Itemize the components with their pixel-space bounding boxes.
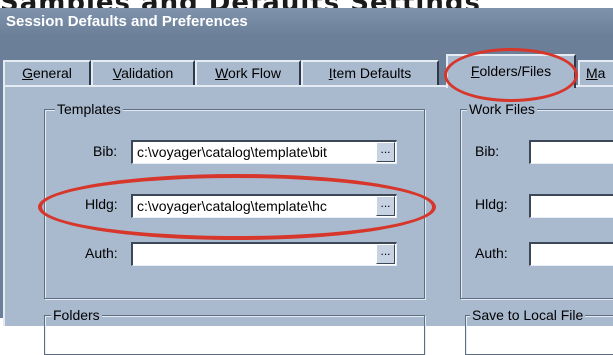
tab-validation-label: alidation [121, 65, 174, 81]
session-defaults-window: Session Defaults and Preferences General… [0, 8, 613, 355]
tab-more-mnemonic: M [586, 65, 598, 81]
tab-work-flow-label: ork Flow [228, 65, 281, 81]
tab-work-flow-mnemonic: W [215, 65, 229, 81]
work-files-legend: Work Files [467, 101, 537, 117]
tab-general[interactable]: General [3, 60, 91, 86]
tab-item-defaults-label: tem Defaults [332, 65, 412, 81]
work-files-bib-label: Bib: [475, 143, 500, 159]
work-files-auth-label: Auth: [475, 245, 508, 261]
tab-validation-mnemonic: V [112, 65, 122, 81]
tab-item-defaults[interactable]: Item Defaults [301, 60, 439, 86]
save-local-group: Save to Local File [465, 307, 613, 355]
templates-legend: Templates [55, 101, 123, 117]
highlight-circle-tab [444, 48, 578, 102]
templates-auth-browse-button[interactable]: ... [376, 244, 395, 264]
templates-bib-field[interactable]: c:\voyager\catalog\template\bit [131, 140, 397, 164]
work-files-bib-field[interactable] [529, 140, 613, 164]
work-files-auth-field[interactable] [529, 242, 613, 266]
window-title: Session Defaults and Preferences [0, 8, 613, 36]
tab-general-label: eneral [32, 65, 72, 81]
work-files-group: Work Files Bib: Hldg: Auth: [460, 101, 613, 299]
templates-bib-label: Bib: [93, 143, 118, 159]
tab-more-label: a [597, 65, 606, 81]
save-local-legend: Save to Local File [470, 307, 586, 323]
work-files-hldg-field[interactable] [529, 194, 613, 218]
tab-more[interactable]: Ma [578, 60, 613, 86]
folders-group: Folders [44, 307, 425, 355]
highlight-circle-hldg [38, 174, 436, 240]
templates-auth-field[interactable] [131, 242, 397, 266]
tab-general-mnemonic: G [22, 65, 33, 81]
templates-auth-label: Auth: [85, 245, 118, 261]
templates-bib-browse-button[interactable]: ... [376, 142, 395, 162]
tab-work-flow[interactable]: Work Flow [195, 60, 301, 86]
work-files-hldg-label: Hldg: [475, 196, 508, 212]
tab-validation[interactable]: Validation [91, 60, 195, 86]
folders-legend: Folders [51, 307, 102, 323]
